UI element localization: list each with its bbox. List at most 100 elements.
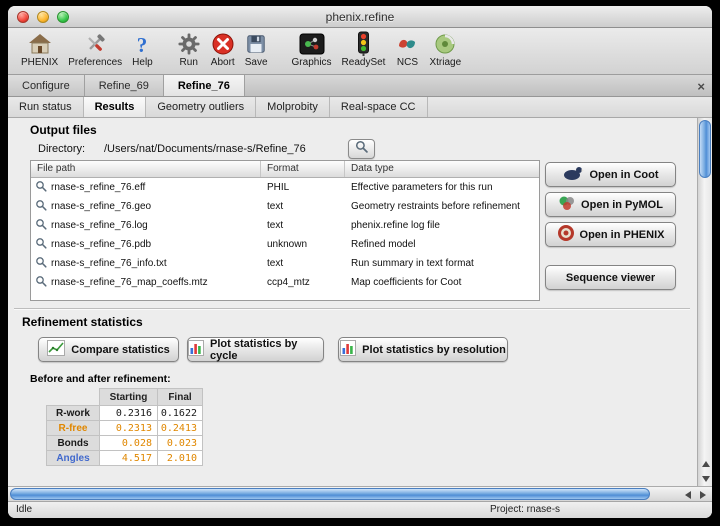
button-label: Compare statistics bbox=[71, 344, 169, 356]
open-in-coot-button[interactable]: Open in Coot bbox=[545, 162, 676, 187]
stats-column-starting: Starting bbox=[99, 388, 158, 406]
close-button[interactable] bbox=[17, 11, 29, 23]
home-icon bbox=[27, 30, 53, 57]
table-row[interactable]: rnase-s_refine_76.geo text Geometry rest… bbox=[31, 197, 539, 216]
abort-icon bbox=[211, 30, 235, 57]
vertical-scrollbar-thumb[interactable] bbox=[699, 120, 711, 178]
toolbar-label: Abort bbox=[211, 57, 235, 69]
button-label: Plot statistics by cycle bbox=[210, 338, 323, 362]
compare-statistics-button[interactable]: Compare statistics bbox=[38, 337, 179, 362]
results-panel: Output files Directory: /Users/nat/Docum… bbox=[8, 118, 712, 486]
file-data-type: Effective parameters for this run bbox=[345, 182, 539, 193]
tab-geometry-outliers[interactable]: Geometry outliers bbox=[146, 97, 256, 117]
tab-refine-76[interactable]: Refine_76 bbox=[164, 75, 245, 96]
before-after-label: Before and after refinement: bbox=[30, 373, 171, 385]
run-button[interactable]: Run bbox=[172, 30, 206, 69]
stats-corner-cell bbox=[46, 388, 100, 406]
zoom-button[interactable] bbox=[57, 11, 69, 23]
toolbar-label: NCS bbox=[397, 57, 418, 69]
file-data-type: Geometry restraints before refinement bbox=[345, 201, 539, 212]
toolbar: PHENIX Preferences ? Help Run Abort bbox=[8, 28, 712, 75]
ncs-icon bbox=[395, 30, 419, 57]
line-chart-icon bbox=[47, 340, 65, 359]
traffic-lights bbox=[17, 11, 69, 23]
sequence-viewer-button[interactable]: Sequence viewer bbox=[545, 265, 676, 290]
document-tab-bar: Configure Refine_69 Refine_76 × bbox=[8, 75, 712, 97]
tab-real-space-cc[interactable]: Real-space CC bbox=[330, 97, 428, 117]
magnifier-icon bbox=[355, 140, 368, 158]
tab-results[interactable]: Results bbox=[84, 97, 147, 117]
stats-starting-value: 0.028 bbox=[99, 435, 158, 451]
directory-path: /Users/nat/Documents/rnase-s/Refine_76 bbox=[104, 143, 306, 155]
file-name: rnase-s_refine_76_info.txt bbox=[51, 258, 167, 269]
file-data-type: Map coefficients for Coot bbox=[345, 277, 539, 288]
column-header-data-type[interactable]: Data type bbox=[345, 161, 539, 177]
file-format: unknown bbox=[261, 239, 345, 250]
scroll-left-arrow[interactable] bbox=[680, 487, 695, 502]
horizontal-scrollbar[interactable] bbox=[8, 486, 712, 501]
table-row[interactable]: rnase-s_refine_76.pdb unknown Refined mo… bbox=[31, 235, 539, 254]
browse-directory-button[interactable] bbox=[348, 139, 375, 159]
title-bar: phenix.refine bbox=[8, 6, 712, 28]
plot-by-cycle-button[interactable]: Plot statistics by cycle bbox=[187, 337, 324, 362]
magnifier-icon bbox=[35, 218, 47, 233]
graphics-button[interactable]: Graphics bbox=[287, 30, 337, 69]
bar-chart-icon bbox=[340, 340, 356, 359]
phenix-icon bbox=[557, 224, 575, 245]
tab-run-status[interactable]: Run status bbox=[8, 97, 84, 117]
stats-starting-value: 0.2316 bbox=[99, 405, 158, 421]
readyset-button[interactable]: ReadySet bbox=[337, 30, 391, 69]
column-header-file-path[interactable]: File path bbox=[31, 161, 261, 177]
file-name: rnase-s_refine_76.eff bbox=[51, 182, 145, 193]
tools-icon bbox=[82, 30, 108, 57]
scroll-right-arrow[interactable] bbox=[695, 487, 710, 502]
project-label: Project: rnase-s bbox=[490, 504, 560, 515]
output-files-table: File path Format Data type rnase-s_refin… bbox=[30, 160, 540, 301]
toolbar-label: ReadySet bbox=[342, 57, 386, 69]
file-data-type: Refined model bbox=[345, 239, 539, 250]
open-in-phenix-button[interactable]: Open in PHENIX bbox=[545, 222, 676, 247]
save-button[interactable]: Save bbox=[240, 30, 273, 69]
vertical-scrollbar[interactable] bbox=[697, 118, 712, 486]
preferences-button[interactable]: Preferences bbox=[63, 30, 127, 69]
button-label: Open in PyMOL bbox=[581, 199, 663, 211]
pymol-icon bbox=[558, 194, 576, 215]
horizontal-scrollbar-thumb[interactable] bbox=[10, 488, 650, 500]
tab-refine-69[interactable]: Refine_69 bbox=[85, 75, 164, 96]
tab-close-button[interactable]: × bbox=[697, 75, 705, 97]
file-format: text bbox=[261, 258, 345, 269]
scroll-down-arrow[interactable] bbox=[698, 471, 712, 486]
stats-column-final: Final bbox=[157, 388, 203, 406]
ncs-button[interactable]: NCS bbox=[390, 30, 424, 69]
xtriage-icon bbox=[433, 30, 457, 57]
phenix-button[interactable]: PHENIX bbox=[16, 30, 63, 69]
save-icon bbox=[245, 30, 267, 57]
tab-molprobity[interactable]: Molprobity bbox=[256, 97, 330, 117]
file-format: text bbox=[261, 201, 345, 212]
table-row[interactable]: rnase-s_refine_76_map_coeffs.mtz ccp4_mt… bbox=[31, 273, 539, 292]
scroll-up-arrow[interactable] bbox=[698, 456, 712, 471]
stats-starting-value: 4.517 bbox=[99, 450, 158, 466]
column-header-format[interactable]: Format bbox=[261, 161, 345, 177]
xtriage-button[interactable]: Xtriage bbox=[424, 30, 466, 69]
table-row[interactable]: rnase-s_refine_76_info.txt text Run summ… bbox=[31, 254, 539, 273]
plot-by-resolution-button[interactable]: Plot statistics by resolution bbox=[338, 337, 508, 362]
open-in-pymol-button[interactable]: Open in PyMOL bbox=[545, 192, 676, 217]
abort-button[interactable]: Abort bbox=[206, 30, 240, 69]
table-row[interactable]: rnase-s_refine_76.log text phenix.refine… bbox=[31, 216, 539, 235]
help-button[interactable]: ? Help bbox=[127, 30, 158, 69]
minimize-button[interactable] bbox=[37, 11, 49, 23]
file-data-type: phenix.refine log file bbox=[345, 220, 539, 231]
table-row[interactable]: rnase-s_refine_76.eff PHIL Effective par… bbox=[31, 178, 539, 197]
status-text: Idle bbox=[16, 504, 32, 515]
stats-row-label: R-free bbox=[46, 420, 100, 436]
statistics-table: Starting Final R-work 0.2316 0.1622 R-fr… bbox=[47, 389, 203, 466]
stats-final-value: 2.010 bbox=[157, 450, 203, 466]
file-name: rnase-s_refine_76.pdb bbox=[51, 239, 151, 250]
magnifier-icon bbox=[35, 275, 47, 290]
toolbar-label: Xtriage bbox=[429, 57, 461, 69]
file-name: rnase-s_refine_76.log bbox=[51, 220, 148, 231]
file-format: PHIL bbox=[261, 182, 345, 193]
tab-configure[interactable]: Configure bbox=[8, 75, 85, 96]
stats-final-value: 0.2413 bbox=[157, 420, 203, 436]
